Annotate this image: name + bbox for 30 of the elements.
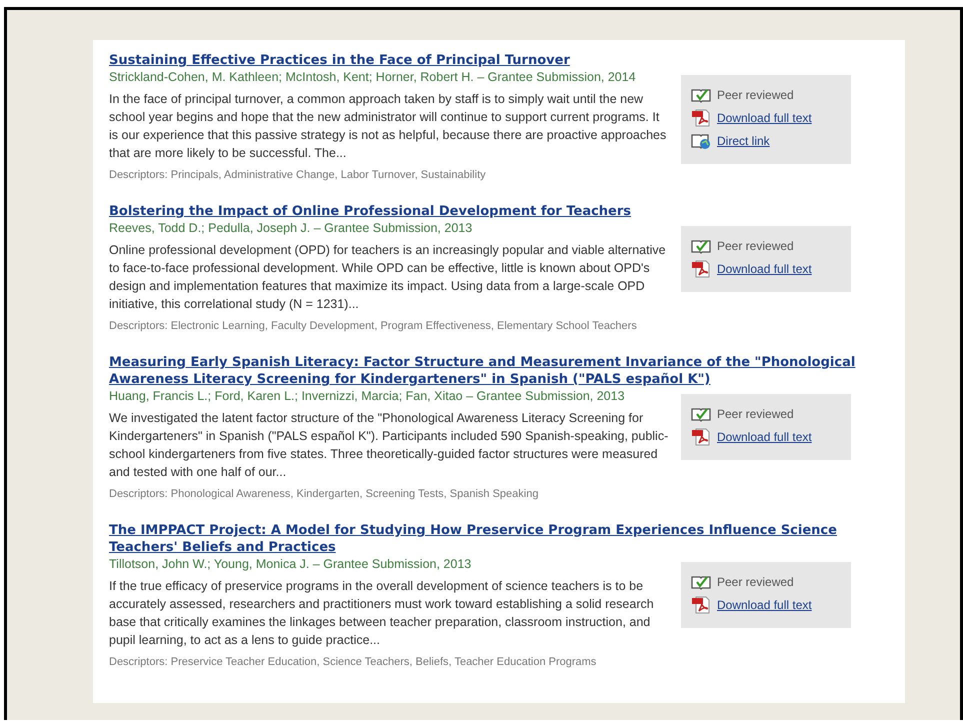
book-globe-icon — [691, 132, 711, 150]
result-title-link[interactable]: Measuring Early Spanish Literacy: Factor Structure and Measurement Invariance of the "Phonological Awareness Literacy Screening for Kindergarteners" in Spanish ("PALS español K") — [109, 354, 889, 388]
abstract-text: Online professional development (OPD) for teachers is an increasingly popular and viable alternative to face-to-face professional development. While OPD can be effective, little is known about OPD's design and implementation features that maximize its impact. Using data from a large-scale OPD initiative, this correlational study (N = 1231)... — [109, 242, 667, 313]
pdf-icon — [691, 260, 711, 278]
abstract-text: We investigated the latent factor structure of the "Phonological Awareness Literacy Screening for Kindergarteners" in Spanish ("PALS español K"). Participants included 590 Spanish-speaking, public-school kindergarteners from five states. Three theoretically-guided factor structures were measured and tested with one half of our... — [109, 410, 669, 481]
peer-reviewed-label: Peer reviewed — [717, 574, 794, 588]
download-full-text-link[interactable]: Download full text — [717, 110, 812, 124]
download-full-text-link[interactable]: Download full text — [717, 598, 812, 612]
abstract-text: In the face of principal turnover, a common approach taken by staff is to simply wait until the new school year begins and hope that the new administrator will continue to support current programs. It is our experience that this passive strategy is not as helpful, because there are proactive approaches that are more likely to be successful. The... — [109, 91, 668, 162]
descriptors-text: Descriptors: Principals, Administrative Change, Labor Turnover, Sustainability — [109, 168, 487, 183]
download-full-text-link[interactable]: Download full text — [717, 262, 812, 276]
authors-text: Reeves, Todd D.; Pedulla, Joseph J. – Grantee Submission, 2013 — [109, 220, 474, 237]
authors-text: Huang, Francis L.; Ford, Karen L.; Invernizzi, Marcia; Fan, Xitao – Grantee Submission, 2013 — [109, 388, 626, 405]
descriptors-text: Descriptors: Preservice Teacher Education, Science Teachers, Beliefs, Teacher Education Programs — [109, 655, 598, 670]
result-title-link[interactable]: Bolstering the Impact of Online Professional Development for Teachers — [109, 203, 889, 220]
abstract-text: If the true efficacy of preservice programs in the overall development of science teachers is to be accurately assessed, researchers and practitioners must work toward establishing a solid research base that critically examines the linkages between teacher preparation, classroom instruction, and pupil learning, to act as a lens to guide practice... — [109, 578, 655, 649]
result-title-link[interactable]: The IMPPACT Project: A Model for Studying How Preservice Program Experiences Influence Science Teachers' Beliefs and Practices — [109, 522, 889, 556]
direct-link[interactable]: Direct link — [717, 134, 770, 148]
descriptors-text: Descriptors: Electronic Learning, Faculty Development, Program Effectiveness, Elementary School Teachers — [109, 319, 638, 334]
peer-reviewed-label: Peer reviewed — [717, 406, 794, 420]
descriptors-text: Descriptors: Phonological Awareness, Kindergarten, Screening Tests, Spanish Speaking — [109, 487, 540, 502]
peer-reviewed-label: Peer reviewed — [717, 88, 794, 102]
pdf-icon — [691, 108, 711, 126]
authors-text: Strickland-Cohen, M. Kathleen; McIntosh, Kent; Horner, Robert H. – Grantee Submission, 2014 — [109, 69, 637, 86]
peer-reviewed-label: Peer reviewed — [717, 238, 794, 252]
pdf-icon — [691, 428, 711, 446]
download-full-text-link[interactable]: Download full text — [717, 430, 812, 444]
result-title-link[interactable]: Sustaining Effective Practices in the Face of Principal Turnover — [109, 52, 889, 69]
pdf-icon — [691, 596, 711, 614]
authors-text: Tillotson, John W.; Young, Monica J. – Grantee Submission, 2013 — [109, 556, 472, 573]
